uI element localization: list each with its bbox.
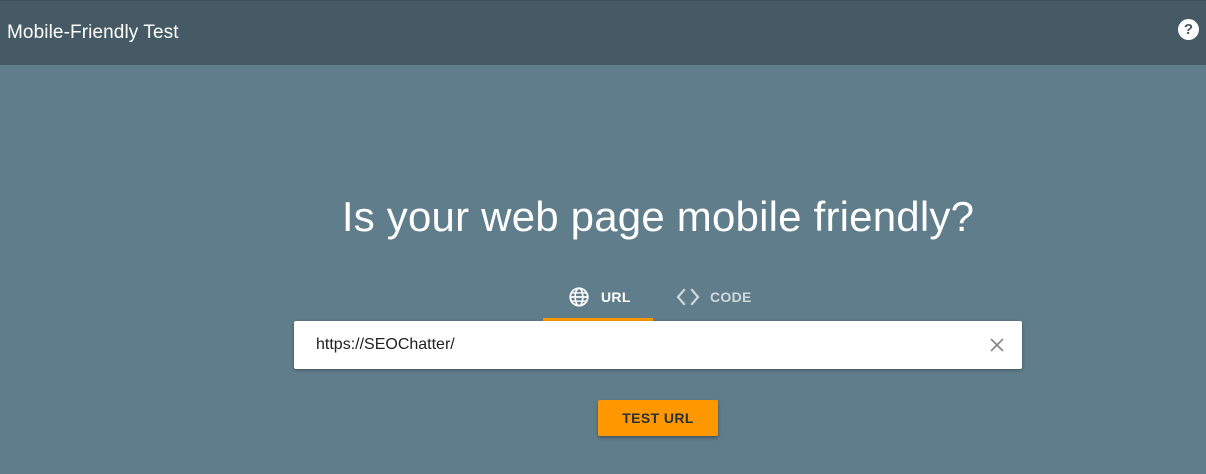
tab-url[interactable]: URL: [543, 278, 653, 321]
tab-url-label: URL: [601, 289, 631, 305]
help-icon[interactable]: ?: [1178, 19, 1199, 40]
tab-code[interactable]: CODE: [665, 278, 765, 321]
page-headline: Is your web page mobile friendly?: [341, 193, 975, 240]
clear-icon[interactable]: [987, 335, 1007, 355]
tab-code-label: CODE: [710, 289, 752, 305]
test-url-button[interactable]: TEST URL: [598, 400, 718, 436]
url-field-container: [294, 321, 1022, 369]
url-input[interactable]: [316, 334, 956, 356]
app-title: Mobile-Friendly Test: [7, 22, 179, 43]
globe-icon: [569, 287, 589, 307]
code-icon: [676, 288, 700, 306]
app-bar: Mobile-Friendly Test ?: [0, 0, 1206, 65]
